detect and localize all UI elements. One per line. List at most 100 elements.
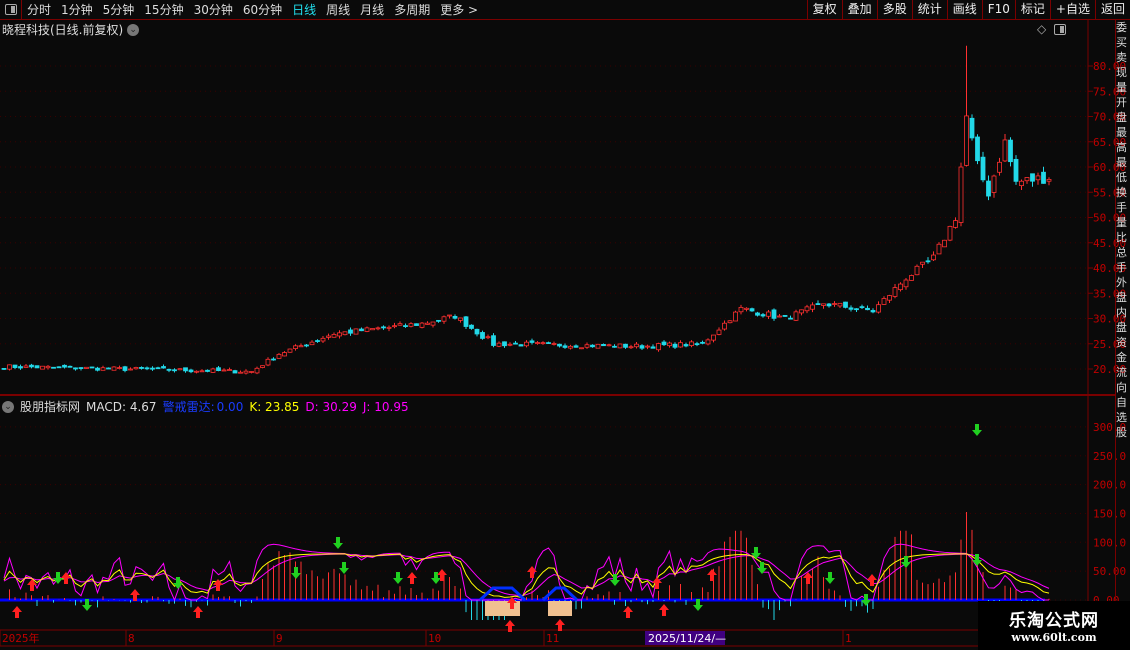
- candle-down: [925, 260, 931, 263]
- candle-up: [221, 369, 227, 372]
- radar-box: [485, 601, 520, 616]
- candle-down: [854, 308, 859, 311]
- candle-down: [315, 340, 320, 342]
- candle-up: [678, 342, 683, 348]
- candle-down: [155, 367, 161, 370]
- kline-chart[interactable]: 80.0075.0070.0065.0060.0055.0050.0045.00…: [0, 0, 1130, 650]
- candle-up: [331, 334, 337, 338]
- up-arrow-icon: [12, 606, 22, 618]
- candle-down: [463, 316, 469, 327]
- candle-down: [51, 366, 56, 369]
- candle-up: [133, 367, 139, 370]
- candle-up: [430, 321, 436, 326]
- candle-up: [628, 346, 634, 349]
- candle-up: [656, 343, 661, 351]
- candle-down: [683, 344, 689, 347]
- candle-down: [865, 307, 870, 311]
- candle-down: [601, 343, 606, 347]
- candle-up: [914, 265, 920, 276]
- candle-down: [436, 319, 441, 322]
- candle-up: [1002, 139, 1008, 162]
- down-arrow-icon: [339, 562, 349, 574]
- candle-down: [749, 308, 755, 312]
- candle-down: [546, 342, 551, 344]
- candle-down: [183, 367, 188, 372]
- candle-up: [485, 336, 491, 339]
- up-arrow-icon: [407, 572, 417, 584]
- candle-up: [667, 342, 672, 347]
- candle-up: [408, 323, 414, 327]
- date-label: 1: [845, 632, 852, 645]
- candle-up: [892, 287, 898, 297]
- candle-down: [980, 156, 986, 181]
- candle-down: [216, 367, 221, 372]
- candle-down: [661, 341, 667, 346]
- candle-up: [309, 341, 315, 346]
- candle-down: [304, 344, 309, 347]
- candle-up: [353, 328, 359, 335]
- candle-up: [711, 334, 716, 341]
- date-label: 2025年: [2, 631, 40, 645]
- candle-up: [249, 371, 254, 373]
- candle-down: [573, 345, 579, 348]
- candle-up: [942, 239, 947, 248]
- up-arrow-icon: [659, 604, 669, 616]
- candle-up: [287, 348, 293, 353]
- candle-up: [579, 347, 584, 350]
- candle-up: [733, 311, 738, 322]
- candle-up: [276, 353, 282, 359]
- candle-down: [782, 315, 788, 317]
- candle-up: [964, 115, 969, 166]
- candle-down: [122, 366, 128, 371]
- candle-up: [810, 304, 815, 310]
- candle-up: [804, 306, 810, 312]
- cursor-date: 2025/11/24/—: [648, 632, 726, 645]
- candle-up: [425, 322, 430, 325]
- candle-up: [738, 306, 744, 313]
- candle-down: [612, 345, 617, 348]
- candle-down: [826, 303, 832, 307]
- candle-down: [381, 326, 386, 329]
- candle-up: [210, 368, 216, 373]
- candle-up: [194, 370, 199, 373]
- candle-up: [689, 341, 694, 346]
- candle-up: [1024, 177, 1030, 182]
- candle-up: [419, 322, 425, 328]
- candle-down: [106, 367, 111, 370]
- candle-up: [568, 345, 573, 349]
- candle-up: [243, 370, 249, 374]
- k-line: [3, 553, 1050, 598]
- candle-down: [78, 367, 84, 369]
- candle-up: [260, 365, 265, 368]
- candle-down: [12, 364, 18, 368]
- candle-up: [117, 367, 122, 369]
- candle-down: [166, 368, 172, 371]
- watermark: 乐淘公式网 www.60lt.com: [978, 601, 1130, 650]
- candle-up: [909, 275, 914, 281]
- candle-down: [491, 335, 496, 346]
- candle-down: [986, 180, 991, 197]
- candle-down: [144, 367, 150, 370]
- candle-up: [1046, 179, 1052, 182]
- candle-down: [562, 345, 568, 348]
- candle-up: [722, 322, 727, 330]
- candle-down: [1008, 139, 1013, 163]
- candle-down: [590, 344, 595, 348]
- candle-up: [282, 352, 287, 357]
- candle-up: [40, 365, 45, 370]
- candle-down: [513, 342, 518, 345]
- candle-down: [694, 343, 700, 346]
- candle-down: [1041, 171, 1046, 184]
- candle-down: [161, 366, 166, 369]
- candle-down: [557, 343, 562, 347]
- candle-up: [920, 261, 925, 265]
- up-arrow-icon: [867, 574, 877, 586]
- candle-up: [100, 367, 106, 371]
- candle-down: [348, 329, 353, 334]
- down-arrow-icon: [972, 424, 982, 436]
- candle-up: [84, 366, 89, 369]
- candle-up: [958, 166, 964, 223]
- candle-down: [469, 324, 474, 329]
- candle-up: [458, 317, 463, 321]
- candle-up: [936, 243, 942, 255]
